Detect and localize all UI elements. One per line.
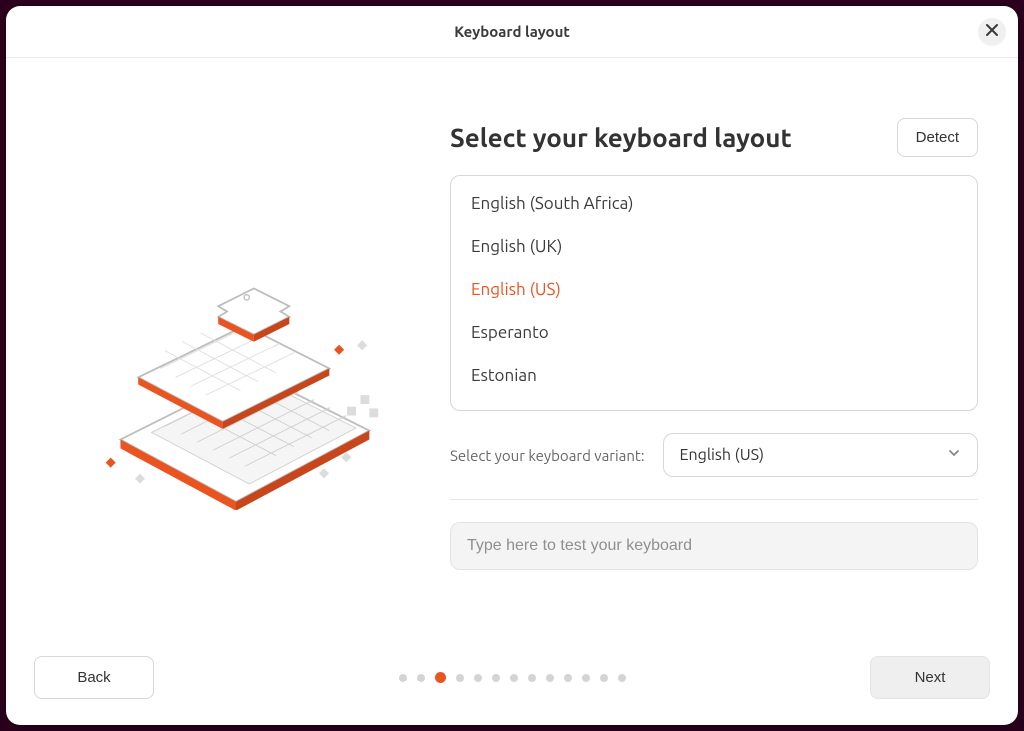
step-dot (564, 674, 572, 682)
step-indicator (399, 672, 626, 683)
close-icon (986, 23, 998, 40)
variant-row: Select your keyboard variant: English (U… (450, 433, 978, 477)
variant-label: Select your keyboard variant: (450, 447, 645, 464)
step-dot (435, 672, 446, 683)
divider (450, 499, 978, 500)
step-dot (618, 674, 626, 682)
footer: Back Next (6, 636, 1018, 725)
chevron-down-icon (947, 446, 961, 464)
titlebar: Keyboard layout (6, 6, 1018, 58)
window-title: Keyboard layout (454, 23, 570, 40)
list-item[interactable]: English (South Africa) (451, 182, 977, 225)
main-panel: Select your keyboard layout Detect Engli… (450, 118, 978, 636)
step-dot (600, 674, 608, 682)
step-dot (582, 674, 590, 682)
variant-value: English (US) (680, 446, 765, 464)
next-button[interactable]: Next (870, 656, 990, 699)
keyboard-layout-list[interactable]: English (South Africa) English (UK) Engl… (450, 175, 978, 411)
step-dot (399, 674, 407, 682)
header-row: Select your keyboard layout Detect (450, 118, 978, 157)
page-heading: Select your keyboard layout (450, 123, 792, 152)
installer-window: Keyboard layout (6, 6, 1018, 725)
keyboard-test-input[interactable] (450, 522, 978, 570)
detect-button[interactable]: Detect (897, 118, 978, 157)
list-item[interactable]: Esperanto (451, 311, 977, 354)
step-dot (492, 674, 500, 682)
step-dot (546, 674, 554, 682)
list-item[interactable]: English (US) (451, 268, 977, 311)
step-dot (456, 674, 464, 682)
variant-select[interactable]: English (US) (663, 433, 978, 477)
back-button[interactable]: Back (34, 656, 154, 699)
content-area: Select your keyboard layout Detect Engli… (6, 58, 1018, 636)
step-dot (510, 674, 518, 682)
step-dot (474, 674, 482, 682)
list-item[interactable]: English (UK) (451, 225, 977, 268)
close-button[interactable] (978, 18, 1006, 46)
step-dot (528, 674, 536, 682)
keyboard-illustration (46, 118, 426, 636)
step-dot (417, 674, 425, 682)
list-item[interactable]: Estonian (451, 354, 977, 397)
